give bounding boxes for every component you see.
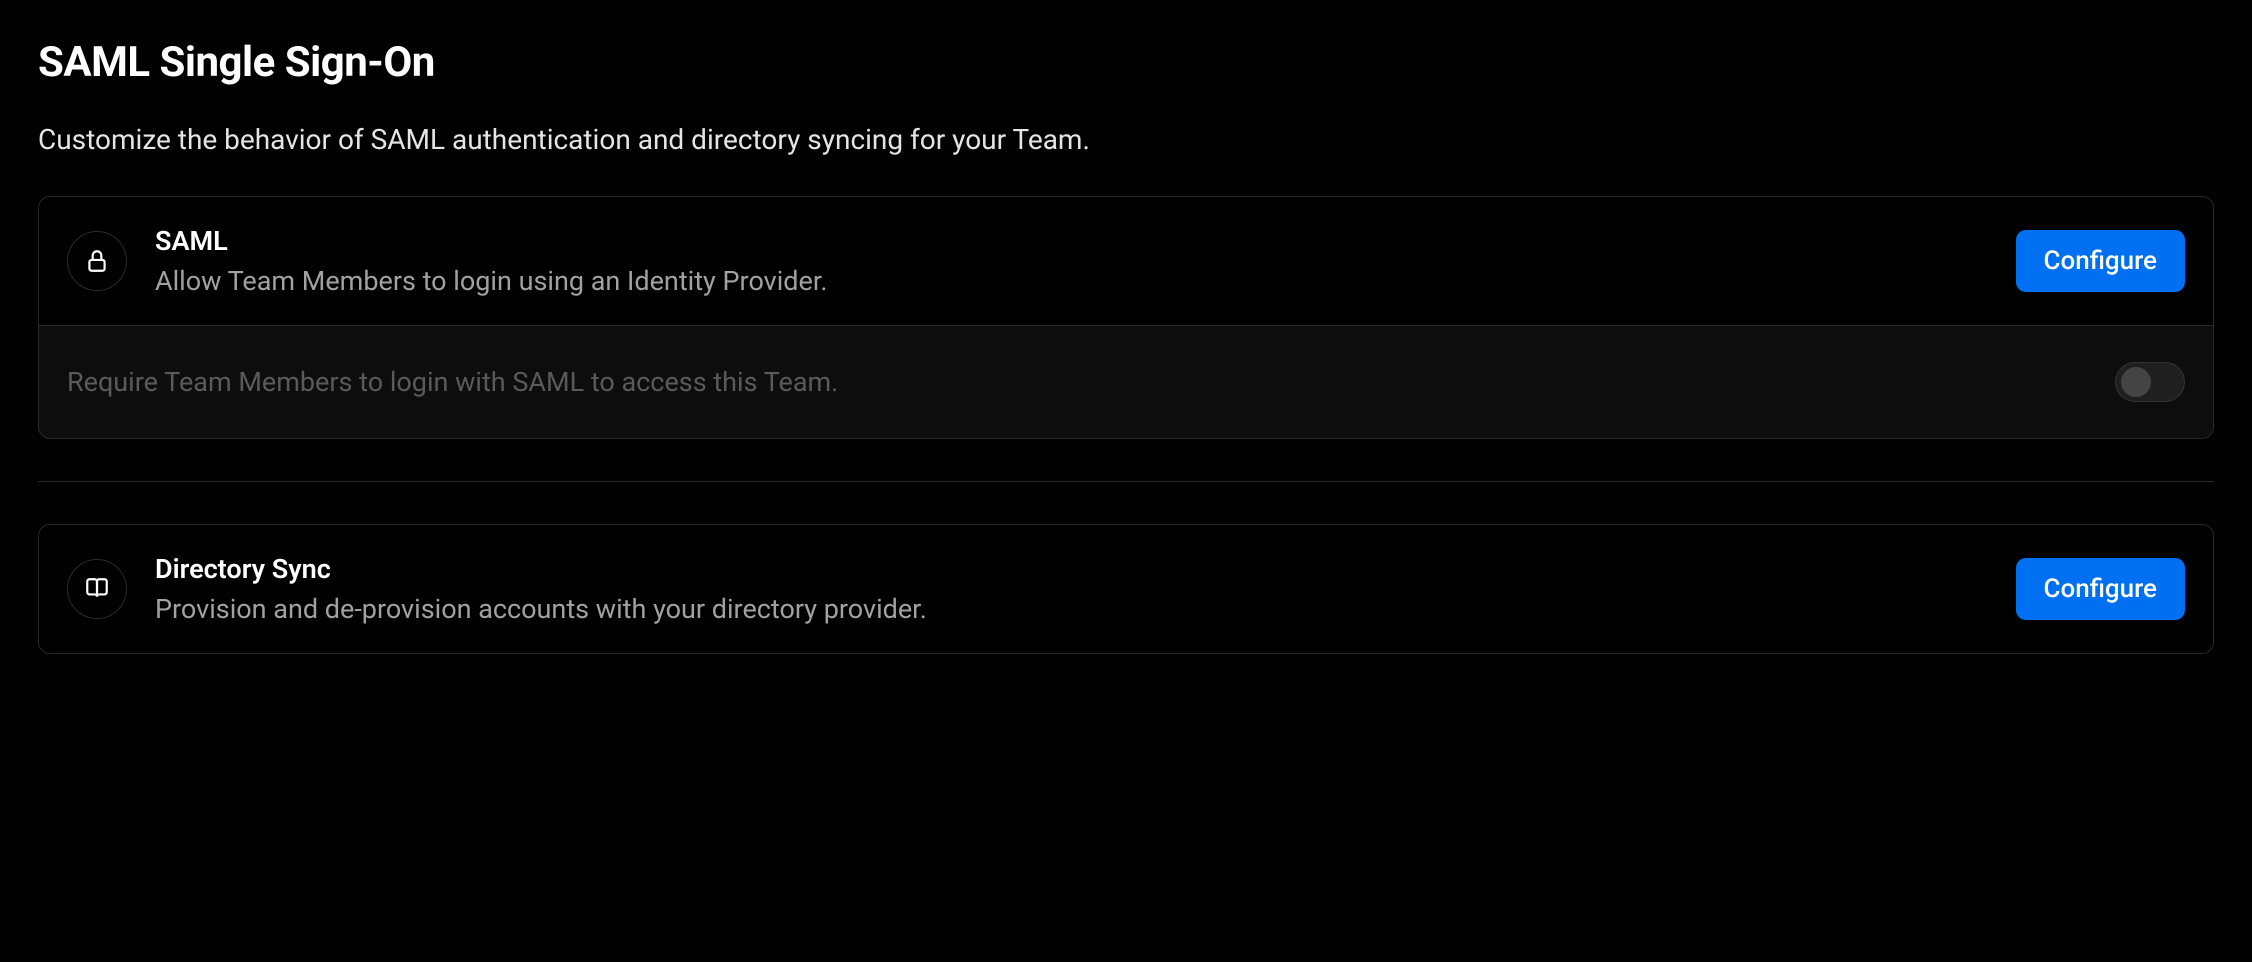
book-icon: [67, 559, 127, 619]
directory-sync-card: Directory Sync Provision and de-provisio…: [38, 524, 2214, 654]
saml-card-header: SAML Allow Team Members to login using a…: [39, 197, 2213, 325]
saml-card: SAML Allow Team Members to login using a…: [38, 196, 2214, 439]
saml-require-text: Require Team Members to login with SAML …: [67, 366, 838, 398]
directory-sync-card-header: Directory Sync Provision and de-provisio…: [39, 525, 2213, 653]
page-title: SAML Single Sign-On: [38, 38, 2214, 87]
directory-sync-configure-button[interactable]: Configure: [2016, 558, 2185, 620]
page-subtitle: Customize the behavior of SAML authentic…: [38, 123, 2214, 156]
directory-sync-description: Provision and de-provision accounts with…: [155, 593, 1988, 625]
saml-require-toggle[interactable]: [2115, 362, 2185, 402]
saml-require-row: Require Team Members to login with SAML …: [39, 325, 2213, 438]
saml-text: SAML Allow Team Members to login using a…: [155, 225, 1988, 297]
directory-sync-text: Directory Sync Provision and de-provisio…: [155, 553, 1988, 625]
saml-description: Allow Team Members to login using an Ide…: [155, 265, 1988, 297]
directory-sync-title: Directory Sync: [155, 553, 1988, 585]
saml-title: SAML: [155, 225, 1988, 257]
lock-icon: [67, 231, 127, 291]
saml-configure-button[interactable]: Configure: [2016, 230, 2185, 292]
toggle-knob: [2121, 367, 2151, 397]
section-divider: [38, 481, 2214, 482]
